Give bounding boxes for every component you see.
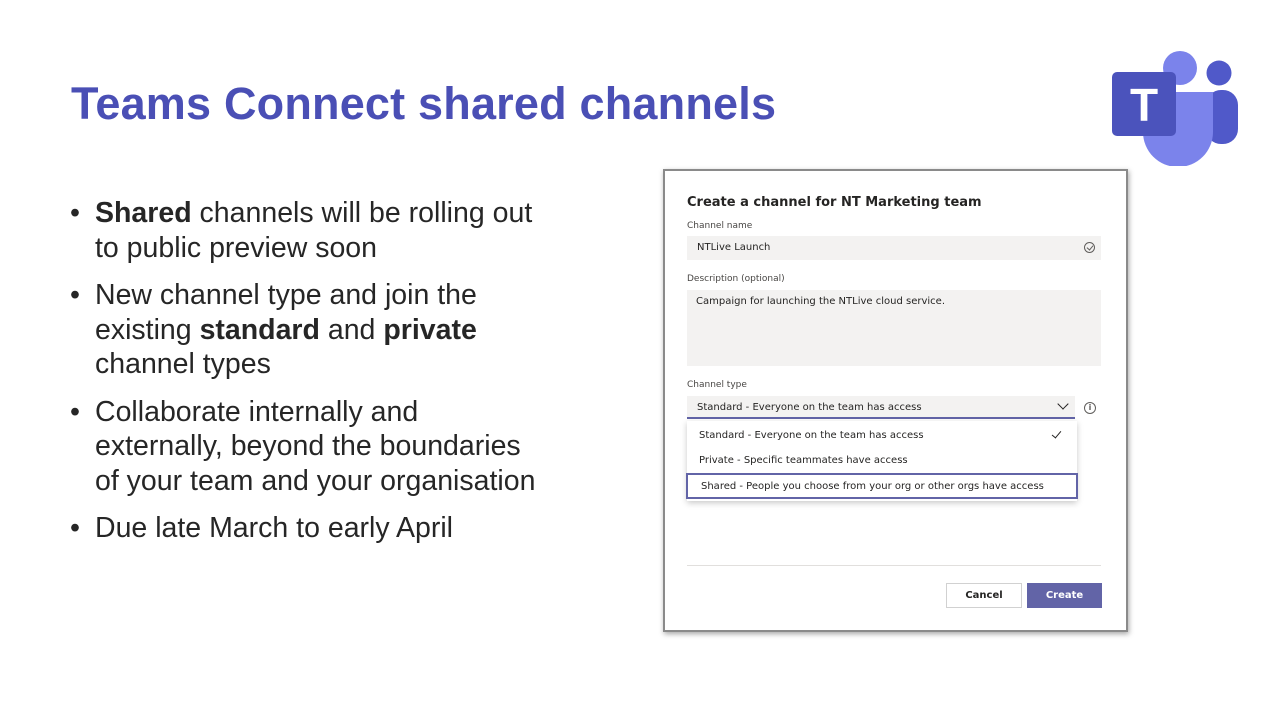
check-circle-icon xyxy=(1084,242,1095,253)
option-standard[interactable]: Standard - Everyone on the team has acce… xyxy=(687,424,1077,448)
bullet-text: and xyxy=(319,313,384,346)
bullet-text: channel types xyxy=(95,348,271,380)
bullet-item: Collaborate internally and externally, b… xyxy=(70,395,550,499)
channel-type-label: Channel type xyxy=(687,380,747,390)
description-value: Campaign for launching the NTLive cloud … xyxy=(696,296,945,307)
bullet-text: Collaborate internally and externally, b… xyxy=(95,395,536,497)
bullet-text: Due late March to early April xyxy=(95,512,453,544)
info-icon[interactable]: i xyxy=(1084,402,1096,414)
microsoft-teams-logo-icon: T xyxy=(1112,51,1238,166)
cancel-button[interactable]: Cancel xyxy=(946,583,1022,608)
channel-type-dropdown-menu: Standard - Everyone on the team has acce… xyxy=(686,421,1078,501)
channel-name-label: Channel name xyxy=(687,221,753,231)
bullet-item: Due late March to early April xyxy=(70,511,550,546)
bullet-bold: private xyxy=(383,313,477,346)
chevron-down-icon xyxy=(1057,398,1069,410)
channel-name-input[interactable]: NTLive Launch xyxy=(687,236,1101,260)
option-private[interactable]: Private - Specific teammates have access xyxy=(687,449,1077,473)
dialog-title: Create a channel for NT Marketing team xyxy=(687,195,982,210)
checkmark-icon xyxy=(1051,428,1062,439)
bullet-list: Shared channels will be rolling out to p… xyxy=(70,196,550,559)
bullet-bold: standard xyxy=(199,313,320,346)
teams-logo-back-person-head xyxy=(1206,60,1232,86)
option-shared[interactable]: Shared - People you choose from your org… xyxy=(686,473,1078,499)
footer-divider xyxy=(687,565,1101,566)
create-button[interactable]: Create xyxy=(1027,583,1102,608)
bullet-bold: Shared xyxy=(95,197,192,229)
channel-type-select[interactable]: Standard - Everyone on the team has acce… xyxy=(687,396,1075,419)
bullet-item: New channel type and join the existing s… xyxy=(70,278,550,382)
bullet-item: Shared channels will be rolling out to p… xyxy=(70,196,550,265)
teams-logo-letter: T xyxy=(1130,79,1158,131)
option-label: Standard - Everyone on the team has acce… xyxy=(699,430,924,441)
description-label: Description (optional) xyxy=(687,274,785,284)
option-label: Shared - People you choose from your org… xyxy=(701,481,1044,492)
slide-title: Teams Connect shared channels xyxy=(71,78,777,129)
channel-name-value: NTLive Launch xyxy=(697,242,771,253)
create-channel-dialog: Create a channel for NT Marketing team C… xyxy=(663,169,1128,632)
option-label: Private - Specific teammates have access xyxy=(699,455,908,466)
channel-type-selected-value: Standard - Everyone on the team has acce… xyxy=(697,402,922,413)
description-textarea[interactable]: Campaign for launching the NTLive cloud … xyxy=(687,290,1101,366)
